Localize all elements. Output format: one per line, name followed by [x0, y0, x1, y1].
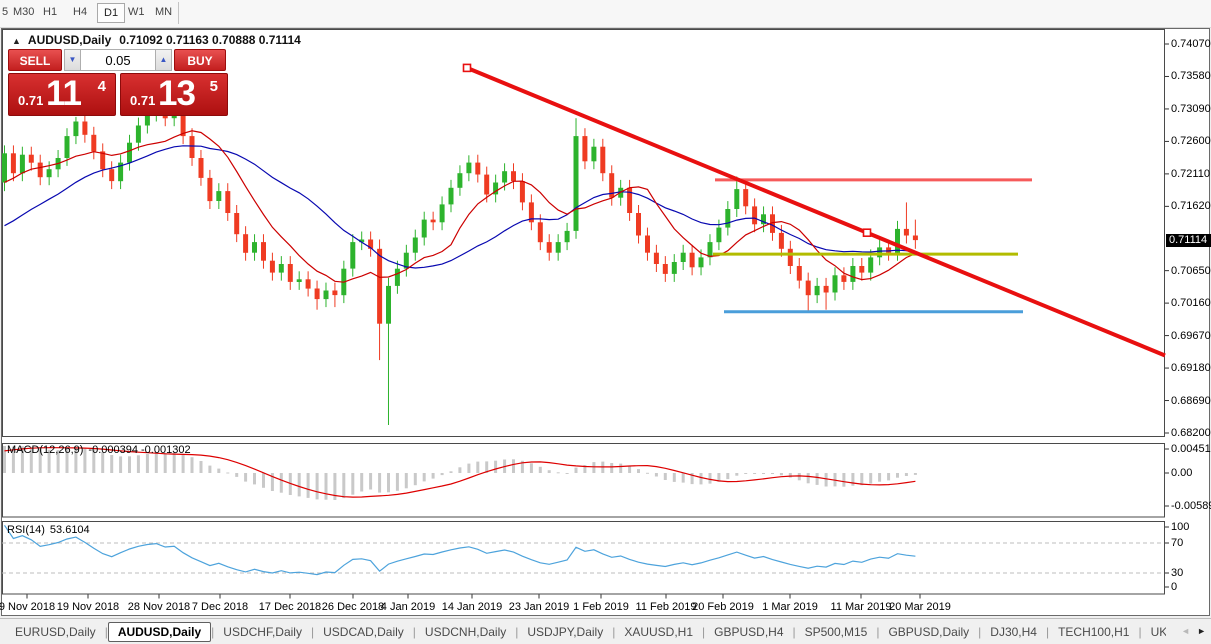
sell-price-pipette: 4 [97, 78, 106, 95]
chart-tab-eurusd[interactable]: EURUSD,Daily [6, 622, 105, 642]
rsi-value: 53.6104 [49, 524, 90, 536]
date-axis-label: 23 Jan 2019 [508, 601, 570, 613]
rsi-indicator-label: RSI(14) 53.6104 [7, 524, 95, 536]
sell-button[interactable]: SELL [8, 49, 62, 71]
macd-values: -0.000394 -0.001302 [88, 444, 191, 456]
lot-increase-button[interactable]: ▲ [155, 49, 172, 71]
tab-scroll-left-icon[interactable]: ◄ [1181, 626, 1190, 636]
macd-name: MACD(12,26,9) [7, 444, 84, 456]
date-axis-label: 7 Dec 2018 [191, 601, 249, 613]
tab-scroll-arrows: ◄ ► [1181, 626, 1206, 636]
trendline-handle[interactable] [462, 63, 472, 73]
rsi-line [4, 524, 916, 576]
date-axis-label: 1 Feb 2019 [573, 601, 629, 613]
date-axis-label: 28 Nov 2018 [127, 601, 191, 613]
chart-tab-xauusd[interactable]: XAUUSD,H1 [615, 622, 702, 642]
chart-symbol: AUDUSD,Daily [27, 33, 112, 47]
date-axis-label: 20 Mar 2019 [889, 601, 951, 613]
timeframe-button-h4[interactable]: H4 [73, 6, 87, 18]
chart-tab-audusd[interactable]: AUDUSD,Daily [107, 621, 212, 642]
buy-price-prefix: 0.71 [130, 93, 156, 108]
timeframe-button-mn[interactable]: MN [155, 6, 172, 18]
macd-indicator-label: MACD(12,26,9) -0.000394 -0.001302 [7, 444, 196, 456]
buy-price-big-digits: 13 [158, 74, 196, 113]
timeframe-toolbar: 5 M30 H1 H4 D1 W1 MN [0, 0, 1211, 28]
sell-price-big-digits: 11 [46, 74, 82, 113]
timeframe-button-m30[interactable]: M30 [13, 6, 34, 18]
chart-tab-tech100[interactable]: TECH100,H1 [1049, 622, 1138, 642]
timeframe-button-5[interactable]: 5 [2, 6, 8, 18]
sell-price-prefix: 0.71 [18, 93, 44, 108]
chart-tab-usdchf[interactable]: USDCHF,Daily [214, 622, 311, 642]
timeframe-button-w1[interactable]: W1 [128, 6, 145, 18]
chart-tab-gbpusd[interactable]: GBPUSD,H4 [705, 622, 792, 642]
buy-price-pipette: 5 [209, 78, 218, 95]
date-axis-label: 19 Nov 2018 [56, 601, 120, 613]
date-axis-label: 1 Mar 2019 [762, 601, 818, 613]
one-click-trading-panel: SELL ▼ ▲ BUY 0.71 11 4 0.71 13 5 [8, 49, 228, 116]
chart-tab-sp500[interactable]: SP500,M15 [796, 622, 877, 642]
chart-ohlc-values: 0.71092 0.71163 0.70888 0.71114 [119, 33, 301, 47]
sell-price-button[interactable]: 0.71 11 4 [8, 73, 116, 116]
chart-tab-gbpusd[interactable]: GBPUSD,Daily [879, 622, 978, 642]
trendline-handle[interactable] [862, 228, 872, 237]
date-axis-label: 14 Jan 2019 [441, 601, 503, 613]
chart-tab-usdcad[interactable]: USDCAD,Daily [314, 622, 413, 642]
tab-scroll-right-icon[interactable]: ► [1197, 626, 1206, 636]
date-axis-label: 4 Jan 2019 [380, 601, 436, 613]
date-axis-label: 17 Dec 2018 [258, 601, 322, 613]
buy-price-button[interactable]: 0.71 13 5 [120, 73, 228, 116]
chart-tab-usdcnh[interactable]: USDCNH,Daily [416, 622, 515, 642]
lot-decrease-button[interactable]: ▼ [64, 49, 81, 71]
rsi-name: RSI(14) [7, 524, 45, 536]
fast-ma-line [4, 130, 916, 283]
chart-tab-usdjpy[interactable]: USDJPY,Daily [518, 622, 612, 642]
chart-tab-dj30[interactable]: DJ30,H4 [981, 622, 1046, 642]
rsi-plot-border [2, 521, 1165, 595]
timeframe-button-d1[interactable]: D1 [97, 3, 126, 23]
lot-size-input[interactable] [81, 49, 155, 71]
current-price-badge: 0.71114 [1166, 234, 1211, 247]
toolbar-separator [178, 2, 179, 24]
chart-tab-bar: EURUSD,Daily | AUDUSD,Daily | USDCHF,Daily | U… [0, 618, 1211, 644]
date-axis-label: 20 Feb 2019 [692, 601, 754, 613]
buy-button[interactable]: BUY [174, 49, 226, 71]
slow-ma-line [4, 145, 916, 269]
chart-tab-uk100[interactable]: UK100,H1 [1142, 622, 1166, 642]
timeframe-button-h1[interactable]: H1 [43, 6, 57, 18]
collapse-triangle-icon[interactable]: ▲ [12, 36, 21, 46]
chart-title: ▲ AUDUSD,Daily 0.71092 0.71163 0.70888 0.7… [12, 33, 301, 47]
